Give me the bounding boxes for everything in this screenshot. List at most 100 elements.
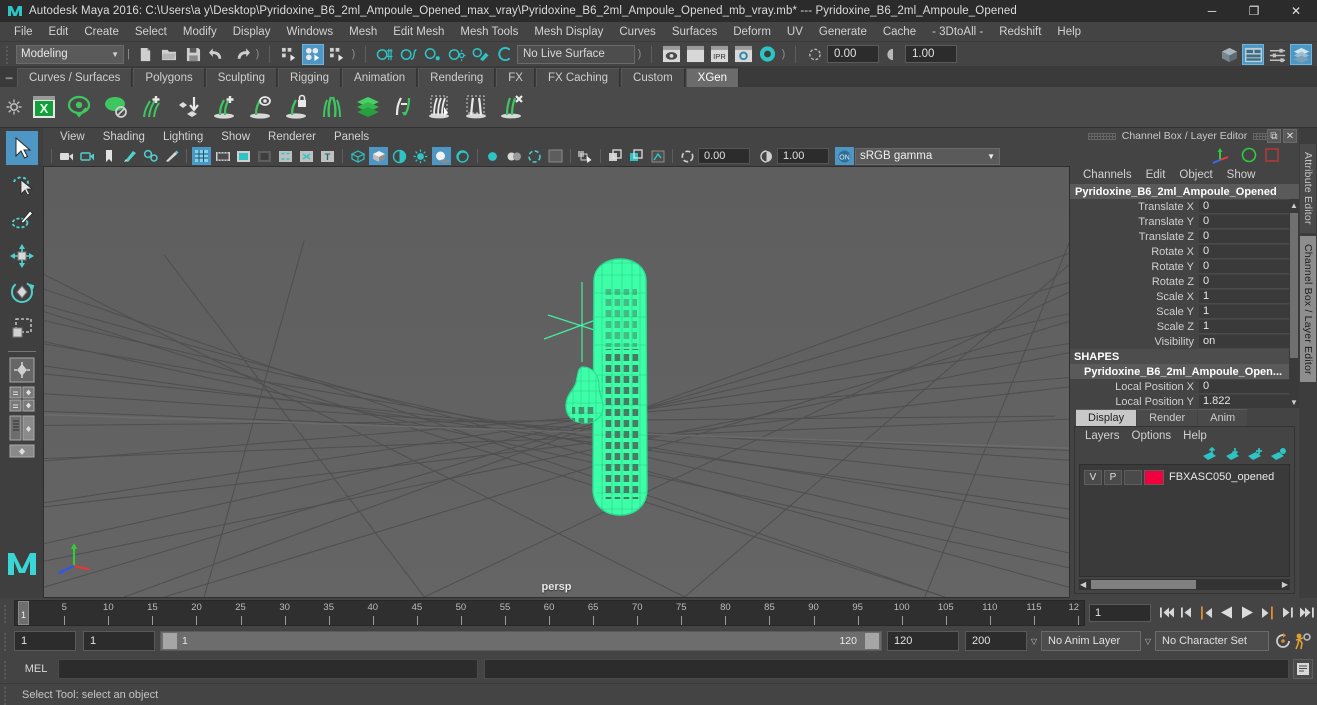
xgen-import-collection-icon[interactable] [171, 90, 205, 124]
layer-color-swatch[interactable] [1144, 469, 1164, 485]
snap-to-point-icon[interactable] [422, 44, 444, 65]
save-scene-icon[interactable] [182, 44, 204, 65]
shade-flat-icon[interactable] [390, 147, 409, 165]
snap-to-projected-center-icon[interactable] [446, 44, 468, 65]
menu-generate[interactable]: Generate [811, 24, 875, 40]
snap-rotate-icon[interactable] [804, 44, 826, 65]
play-backwards-icon[interactable] [1217, 602, 1237, 624]
viewport-menu-show[interactable]: Show [212, 130, 259, 144]
xray-active-components-icon[interactable] [627, 147, 646, 165]
scroll-left-icon[interactable]: ◀ [1080, 580, 1086, 589]
redo-icon[interactable] [230, 44, 252, 65]
resolution-gate-icon[interactable] [234, 147, 253, 165]
channel-value[interactable]: 0 [1199, 274, 1299, 289]
exposure-field[interactable]: 0.00 [698, 148, 750, 164]
shelf-tab-xgen[interactable]: XGen [685, 68, 740, 87]
time-slider-grip[interactable] [2, 602, 11, 623]
channel-value[interactable]: 0 [1199, 259, 1299, 274]
current-time-indicator[interactable]: 1 [18, 600, 29, 625]
render-sequence-icon[interactable] [684, 44, 706, 65]
channel-value[interactable]: 0 [1199, 214, 1299, 229]
menu-select[interactable]: Select [127, 24, 175, 40]
layer-row[interactable]: V P FBXASC050_opened [1080, 468, 1289, 486]
shelf-tab-curves-surfaces[interactable]: Curves / Surfaces [17, 68, 133, 87]
layer-state-toggle[interactable] [1124, 469, 1142, 485]
select-by-hierarchy-icon[interactable] [278, 44, 300, 65]
safe-title-icon[interactable]: T [318, 147, 337, 165]
xgen-preview-icon[interactable] [63, 90, 97, 124]
show-hide-channel-box-icon[interactable] [1290, 44, 1312, 65]
shelf-tab-animation[interactable]: Animation [342, 68, 418, 87]
menu-set-selector[interactable]: Modeling ▼ [16, 44, 124, 64]
depth-of-field-icon[interactable] [525, 147, 544, 165]
auto-keyframe-icon[interactable] [1273, 630, 1293, 652]
panel-grip-left[interactable] [1087, 132, 1116, 140]
shelf-tab-rigging[interactable]: Rigging [278, 68, 342, 87]
channel-row[interactable]: Scale Z 1 [1070, 319, 1299, 334]
shape-channel-row[interactable]: Local Position Y 1.822 [1070, 394, 1299, 408]
persp-outliner-layout-button[interactable] [6, 415, 38, 441]
viewport-menu-view[interactable]: View [51, 130, 94, 144]
scroll-right-icon[interactable]: ▶ [1282, 580, 1288, 589]
close-icon[interactable]: ✕ [1283, 129, 1297, 143]
layer-list-horizontal-scrollbar[interactable]: ◀ ▶ [1079, 579, 1290, 590]
scroll-down-icon[interactable]: ▼ [1289, 396, 1299, 408]
channel-value[interactable]: 1 [1199, 304, 1299, 319]
menu-uv[interactable]: UV [779, 24, 811, 40]
layer-menu-help[interactable]: Help [1177, 429, 1213, 443]
rotate-tool-button[interactable] [6, 275, 38, 309]
menu-mesh-display[interactable]: Mesh Display [526, 24, 611, 40]
layer-menu-options[interactable]: Options [1126, 429, 1178, 443]
channel-row[interactable]: Translate X 0 [1070, 199, 1299, 214]
channel-box-scrollbar[interactable]: ▲ ▼ [1289, 199, 1299, 408]
xray-joints-icon[interactable] [606, 147, 625, 165]
gamma-icon[interactable] [757, 147, 776, 165]
channel-row[interactable]: Visibility on [1070, 334, 1299, 349]
channel-row[interactable]: Translate Z 0 [1070, 229, 1299, 244]
menu-mesh-tools[interactable]: Mesh Tools [452, 24, 526, 40]
shelf-tab-fx-caching[interactable]: FX Caching [535, 68, 621, 87]
channel-value[interactable]: 0 [1199, 244, 1299, 259]
xgen-mirror-guides-icon[interactable] [315, 90, 349, 124]
create-new-layer-icon[interactable] [1245, 446, 1265, 463]
viewport-menu-panels[interactable]: Panels [325, 130, 378, 144]
xgen-layers-icon[interactable] [351, 90, 385, 124]
channel-row[interactable]: Translate Y 0 [1070, 214, 1299, 229]
shelf-tab-sculpting[interactable]: Sculpting [205, 68, 278, 87]
shelf-tab-rendering[interactable]: Rendering [418, 68, 496, 87]
menu-redshift[interactable]: Redshift [991, 24, 1049, 40]
exposure-icon[interactable] [678, 147, 697, 165]
viewport-menu-renderer[interactable]: Renderer [259, 130, 325, 144]
scroll-up-icon[interactable]: ▲ [1289, 199, 1299, 211]
snap-value-field-2[interactable]: 1.00 [905, 45, 957, 63]
new-scene-icon[interactable] [134, 44, 156, 65]
make-live-icon[interactable] [494, 44, 516, 65]
snap-scale-icon[interactable] [882, 44, 904, 65]
shelf-tab-custom[interactable]: Custom [621, 68, 685, 87]
minimize-button[interactable]: ─ [1191, 0, 1233, 22]
four-view-layout-button[interactable] [6, 386, 38, 412]
go-to-end-icon[interactable] [1297, 602, 1317, 624]
two-d-pan-zoom-icon[interactable] [141, 147, 160, 165]
select-by-component-icon[interactable] [326, 44, 348, 65]
manipulator-scale-icon[interactable] [1263, 146, 1281, 164]
select-camera-icon[interactable] [57, 147, 76, 165]
open-scene-icon[interactable] [158, 44, 180, 65]
select-by-object-icon[interactable] [302, 43, 324, 65]
channel-row[interactable]: Rotate X 0 [1070, 244, 1299, 259]
animation-preferences-icon[interactable] [1293, 630, 1313, 652]
channel-box-menu-object[interactable]: Object [1172, 168, 1219, 182]
layer-list[interactable]: V P FBXASC050_opened [1079, 464, 1290, 577]
undock-icon[interactable]: ⧉ [1267, 129, 1281, 143]
command-output[interactable] [484, 659, 1289, 679]
shadows-icon[interactable] [432, 147, 451, 165]
xgen-select-guides-icon[interactable] [459, 90, 493, 124]
hscrollbar-thumb[interactable] [1091, 580, 1196, 589]
range-end-field[interactable]: 120 [887, 631, 959, 651]
xgen-convert-to-interactive-icon[interactable] [387, 90, 421, 124]
close-button[interactable]: ✕ [1275, 0, 1317, 22]
multisample-aa-icon[interactable] [504, 147, 523, 165]
xgen-add-guide-icon[interactable] [207, 90, 241, 124]
render-current-frame-icon[interactable] [660, 44, 682, 65]
wireframe-icon[interactable] [348, 147, 367, 165]
